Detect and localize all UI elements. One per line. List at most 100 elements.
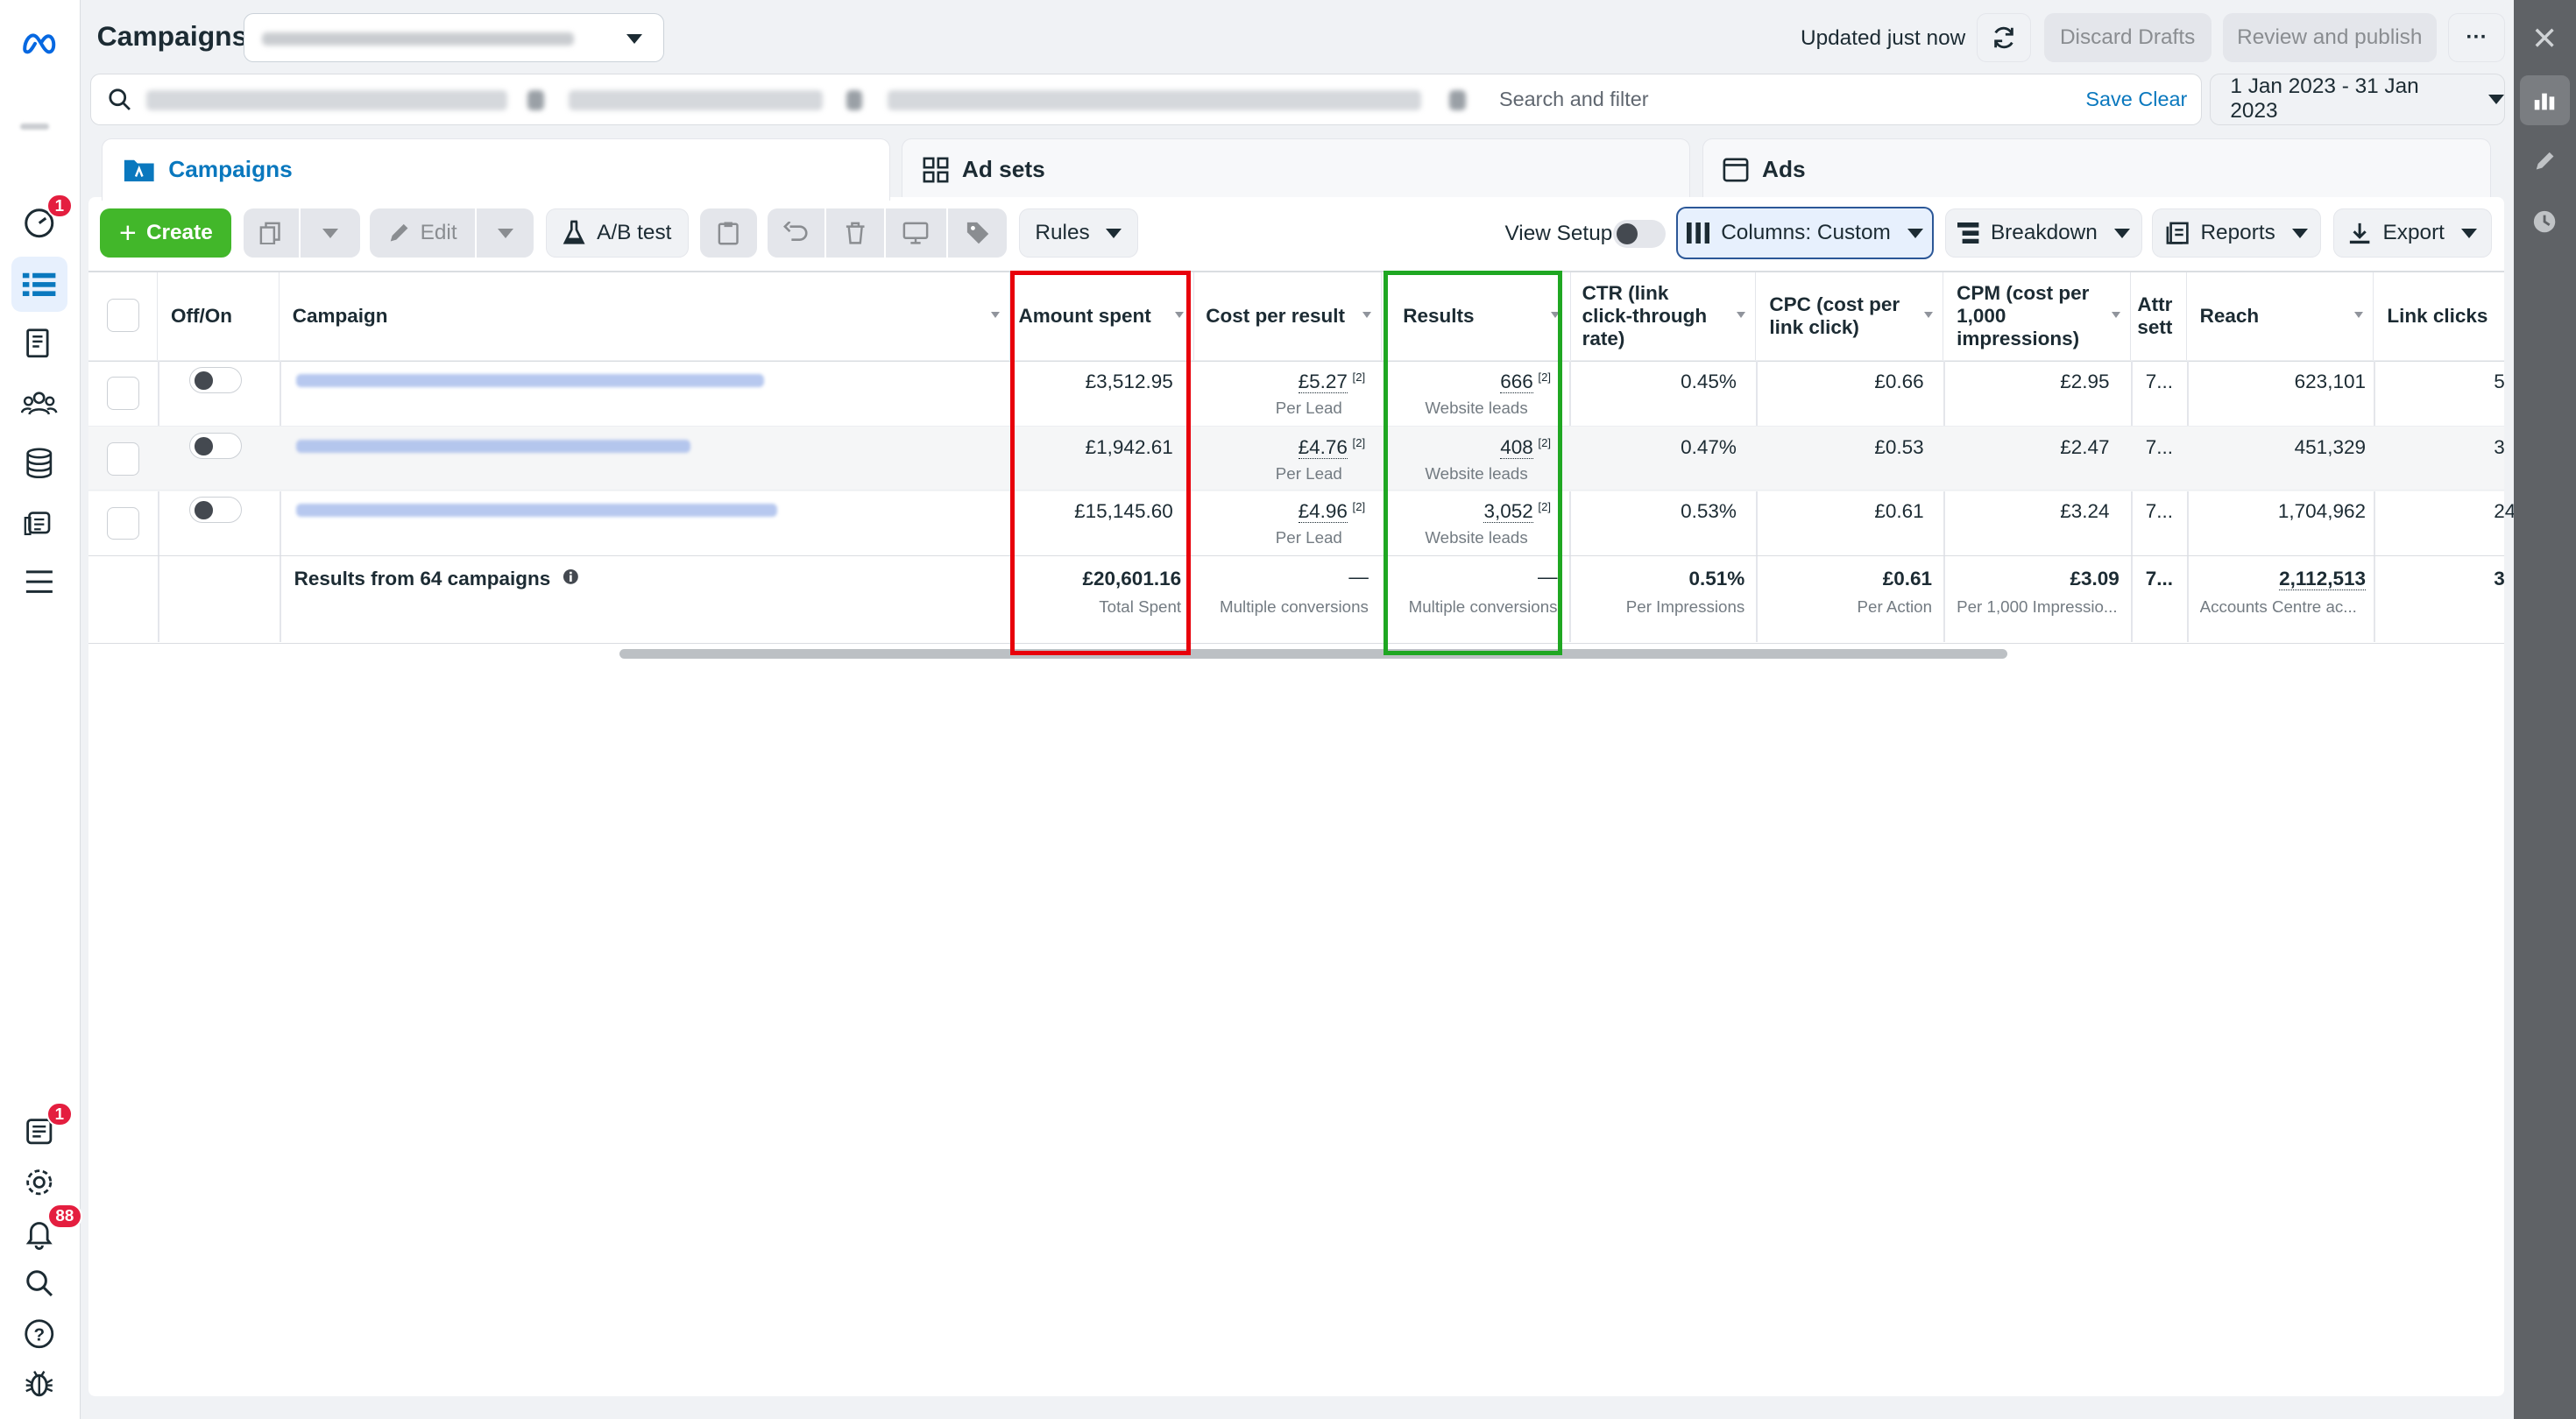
col-link-clicks-header[interactable]: Link clicks <box>2374 272 2503 359</box>
campaign-name-link[interactable] <box>295 503 777 517</box>
col-offon-header[interactable]: Off/On <box>158 272 280 360</box>
columns-dropdown[interactable]: Columns: Custom <box>1675 207 1934 260</box>
pages-badge: 1 <box>46 1102 73 1127</box>
help-icon[interactable]: ? <box>20 1314 60 1353</box>
tab-campaigns-label: Campaigns <box>168 156 293 183</box>
sort-arrow-icon[interactable] <box>2111 312 2120 318</box>
history-clock-icon[interactable] <box>2520 197 2569 246</box>
info-icon[interactable] <box>563 568 579 585</box>
reports-dropdown[interactable]: Reports <box>2152 208 2322 258</box>
columns-label: Columns: Custom <box>1721 221 1891 245</box>
col-ctr-header[interactable]: CTR (link click-through rate) <box>1569 272 1757 360</box>
delete-button[interactable] <box>826 208 884 258</box>
view-setup-toggle[interactable] <box>1613 220 1667 249</box>
page-news-icon[interactable]: 1 <box>20 1102 73 1151</box>
col-attribution-header[interactable]: Attr sett <box>2131 272 2187 360</box>
create-button[interactable]: + Create <box>100 208 232 258</box>
cpr-value[interactable]: £4.76 <box>1298 435 1348 459</box>
campaign-on-off-toggle[interactable] <box>188 367 242 394</box>
pages-icon[interactable] <box>20 323 60 363</box>
campaign-name-link[interactable] <box>295 373 764 387</box>
more-options-button[interactable]: ··· <box>2447 13 2506 63</box>
meta-logo-icon[interactable] <box>20 23 60 62</box>
chip-close-icon[interactable] <box>1448 90 1466 110</box>
charts-icon[interactable] <box>2520 75 2570 125</box>
settings-gear-icon[interactable] <box>20 1163 60 1203</box>
chip-close-icon[interactable] <box>527 90 544 110</box>
filter-chip-impressions[interactable] <box>568 90 824 110</box>
cpr-value[interactable]: £4.96 <box>1298 500 1348 523</box>
duplicate-dropdown[interactable] <box>301 208 360 258</box>
tab-ads[interactable]: Ads <box>1702 138 2491 201</box>
table-row[interactable]: £3,512.95 £5.27 [2] Per Lead 666 [2] Websi… <box>88 359 2505 426</box>
col-cost-per-result-header[interactable]: Cost per result <box>1192 272 1382 360</box>
clear-filter-link[interactable]: Clear <box>2138 88 2187 111</box>
reach-cell: 1,704,962 <box>2277 500 2366 522</box>
refresh-icon <box>1993 26 2013 49</box>
report-bug-icon[interactable] <box>20 1363 60 1402</box>
preview-button[interactable] <box>885 208 946 258</box>
sort-arrow-icon[interactable] <box>990 312 1000 318</box>
select-all-checkbox[interactable] <box>106 299 140 332</box>
billing-database-icon[interactable] <box>20 443 60 483</box>
duplicate-button[interactable] <box>243 208 300 258</box>
sort-arrow-icon[interactable] <box>1923 312 1933 318</box>
rules-label: Rules <box>1035 221 1090 245</box>
col-reach-header[interactable]: Reach <box>2187 272 2374 360</box>
clipboard-button[interactable] <box>699 208 758 258</box>
refresh-button[interactable] <box>1976 13 2031 63</box>
campaign-on-off-toggle[interactable] <box>188 433 242 460</box>
sort-arrow-icon[interactable] <box>1362 312 1371 318</box>
cpr-value[interactable]: £5.27 <box>1298 370 1348 393</box>
search-input[interactable]: Search and filter <box>1499 88 1649 111</box>
discard-drafts-button[interactable]: Discard Drafts <box>2043 13 2212 63</box>
edit-pencil-icon[interactable] <box>2520 137 2569 186</box>
account-avatar[interactable] <box>19 123 50 131</box>
all-tools-menu-icon[interactable] <box>20 561 60 601</box>
edit-button[interactable]: Edit <box>369 208 475 258</box>
undo-button[interactable] <box>767 208 825 258</box>
sort-arrow-icon[interactable] <box>2354 312 2364 318</box>
filter-chip-delivery[interactable] <box>145 90 508 110</box>
cpc-cell: £0.53 <box>1874 435 1924 458</box>
tab-campaigns[interactable]: Campaigns <box>102 138 891 201</box>
notifications-bell-icon[interactable]: 88 <box>20 1204 82 1253</box>
review-publish-button[interactable]: Review and publish <box>2222 13 2437 63</box>
col-cpc-header[interactable]: CPC (cost per link click) <box>1756 272 1944 360</box>
horizontal-scrollbar[interactable] <box>619 648 2008 659</box>
col-cpm-header[interactable]: CPM (cost per 1,000 impressions) <box>1943 272 2131 360</box>
campaign-name-link[interactable] <box>295 439 690 453</box>
campaigns-table-icon[interactable] <box>11 256 67 313</box>
dashboard-icon[interactable]: 1 <box>20 194 73 244</box>
sort-arrow-icon[interactable] <box>1737 312 1746 318</box>
save-filter-link[interactable]: Save <box>2085 88 2132 111</box>
date-range-picker[interactable]: 1 Jan 2023 - 31 Jan 2023 <box>2209 74 2506 125</box>
campaign-on-off-toggle[interactable] <box>188 497 242 524</box>
catalog-icon[interactable] <box>20 503 60 542</box>
table-row[interactable]: £1,942.61 £4.76 [2] Per Lead 408 [2] Websi… <box>88 425 2505 491</box>
tag-button[interactable] <box>947 208 1008 258</box>
edit-dropdown[interactable] <box>476 208 534 258</box>
export-dropdown[interactable]: Export <box>2332 208 2493 258</box>
notifications-badge: 88 <box>46 1204 82 1229</box>
summary-reach-subtitle: Accounts Centre ac... <box>2199 597 2357 616</box>
chip-close-icon[interactable] <box>846 90 863 110</box>
account-selector[interactable] <box>243 13 664 63</box>
close-icon[interactable] <box>2520 13 2569 62</box>
rules-dropdown[interactable]: Rules <box>1018 208 1139 258</box>
ab-test-button[interactable]: A/B test <box>545 208 689 258</box>
col-campaign-header[interactable]: Campaign <box>280 272 1011 360</box>
audiences-icon[interactable] <box>20 383 60 422</box>
tab-ad-sets[interactable]: Ad sets <box>902 138 1691 201</box>
search-icon[interactable] <box>20 1263 60 1303</box>
search-icon <box>109 88 131 111</box>
row-checkbox[interactable] <box>106 506 140 540</box>
filter-chip-campaign-name[interactable] <box>887 90 1421 110</box>
row-checkbox[interactable] <box>106 442 140 476</box>
row-checkbox[interactable] <box>106 377 140 410</box>
breakdown-dropdown[interactable]: Breakdown <box>1945 208 2142 258</box>
summary-link-clicks: 3 <box>2494 567 2505 589</box>
table-row[interactable]: £15,145.60 £4.96 [2] Per Lead 3,052 [2] We… <box>88 489 2516 555</box>
edit-label: Edit <box>420 221 457 245</box>
summary-reach[interactable]: 2,112,513 <box>2279 567 2366 590</box>
